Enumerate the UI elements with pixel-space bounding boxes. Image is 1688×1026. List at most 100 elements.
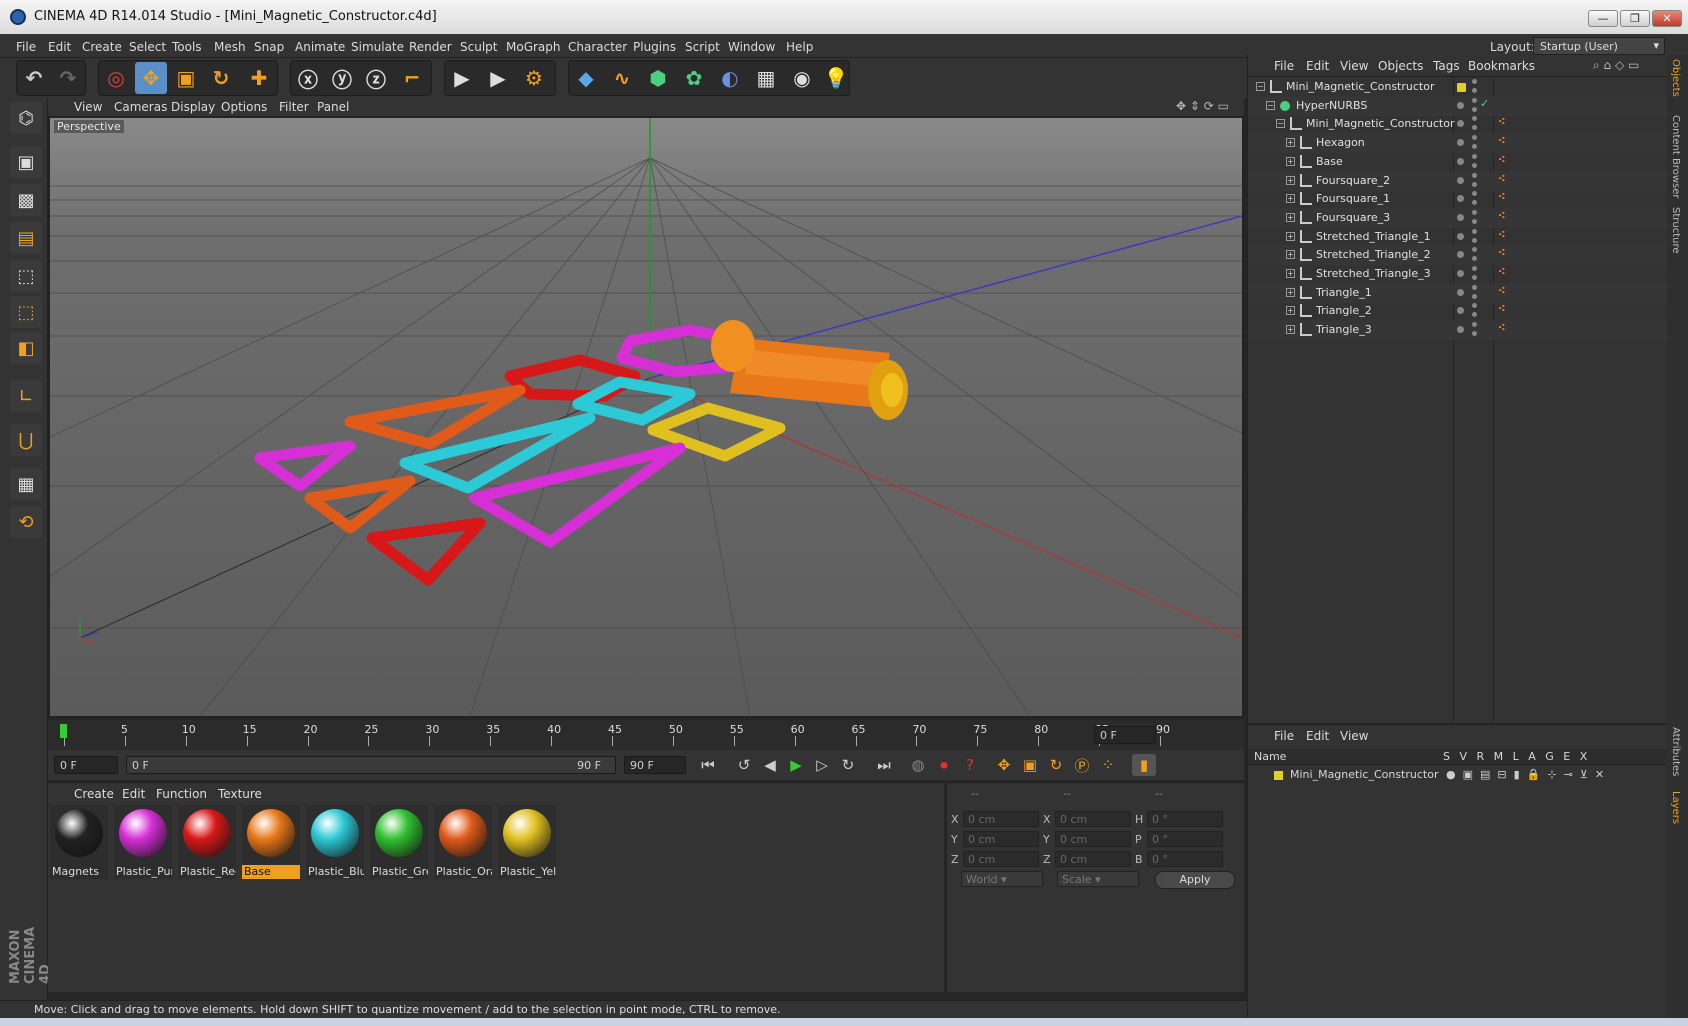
timeline-icon[interactable]: ▮ [1132, 754, 1156, 776]
object-name[interactable]: Foursquare_2 [1316, 174, 1390, 187]
material-swatch[interactable]: Magnets [50, 805, 108, 879]
expand-toggle-icon[interactable]: − [1256, 82, 1265, 91]
object-name[interactable]: Stretched_Triangle_3 [1316, 267, 1431, 280]
render-visibility-icon[interactable] [1472, 293, 1477, 299]
object-name[interactable]: Mini_Magnetic_Constructor [1286, 80, 1434, 93]
next-frame-icon[interactable]: ▷ [810, 754, 834, 776]
key-scale-icon[interactable]: ▣ [1018, 754, 1042, 776]
menu-mograph[interactable]: MoGraph [506, 40, 561, 54]
timeline-ruler[interactable]: 051015202530354045505560657075808590 0 F [48, 720, 1244, 750]
coord-value-field[interactable]: 0 cm [963, 811, 1039, 827]
editor-visibility-icon[interactable] [1472, 303, 1477, 309]
viewport-menu-display[interactable]: Display [171, 100, 215, 114]
texture-mode-icon[interactable]: ▩ [10, 184, 42, 216]
coord-size-dropdown[interactable]: Scale ▾ [1057, 871, 1139, 887]
object-name[interactable]: Mini_Magnetic_Constructor [1306, 117, 1454, 130]
keyframe-selection-icon[interactable]: ? [958, 754, 982, 776]
nurbs-icon[interactable]: ⬢ [642, 62, 674, 94]
go-to-end-icon[interactable]: ⏭ [872, 754, 896, 776]
editor-visibility-icon[interactable] [1472, 116, 1477, 122]
coord-mode-dropdown[interactable]: World ▾ [961, 871, 1043, 887]
render-visibility-icon[interactable] [1472, 125, 1477, 131]
render-visibility-icon[interactable] [1472, 218, 1477, 224]
object-tree-row[interactable]: + Stretched_Triangle_1 ⁖ [1248, 227, 1668, 247]
editor-visibility-icon[interactable] [1472, 247, 1477, 253]
record-keys-icon[interactable]: ◍ [906, 754, 930, 776]
material-swatch[interactable]: Plastic_Purp [114, 805, 172, 879]
autokeying-icon[interactable]: ⏺ [932, 754, 956, 776]
minimize-button[interactable]: — [1588, 10, 1618, 27]
expand-toggle-icon[interactable]: + [1286, 212, 1295, 222]
locked-workplane-icon[interactable]: ⟲ [10, 506, 42, 538]
render-visibility-icon[interactable] [1472, 237, 1477, 243]
render-view-icon[interactable]: ▶ [446, 62, 478, 94]
object-name[interactable]: Stretched_Triangle_2 [1316, 248, 1431, 261]
key-rotation-icon[interactable]: ↻ [1044, 754, 1068, 776]
viewport-nav-icons[interactable]: ✥ ⇕ ⟳ ▭ [1176, 99, 1229, 113]
material-tag-icon[interactable]: ⁖ [1498, 115, 1506, 128]
editor-visibility-icon[interactable] [1472, 172, 1477, 178]
layer-indicator-icon[interactable] [1457, 176, 1464, 184]
material-tag-icon[interactable]: ⁖ [1498, 284, 1506, 297]
material-tag-icon[interactable]: ⁖ [1498, 302, 1506, 315]
render-visibility-icon[interactable] [1472, 144, 1477, 150]
tab-attributes[interactable]: Attributes [1670, 727, 1681, 776]
render-visibility-icon[interactable] [1472, 181, 1477, 187]
layer-indicator-icon[interactable] [1457, 101, 1464, 109]
material-tag-icon[interactable]: ⁖ [1498, 134, 1506, 147]
render-visibility-icon[interactable] [1472, 88, 1477, 93]
apply-button[interactable]: Apply [1155, 871, 1235, 889]
menu-snap[interactable]: Snap [254, 40, 284, 54]
coordinate-system-icon[interactable]: ⌐ [396, 62, 428, 94]
expand-toggle-icon[interactable]: + [1286, 250, 1295, 260]
layer-name[interactable]: Mini_Magnetic_Constructor [1290, 768, 1438, 781]
material-tag-icon[interactable]: ⁖ [1498, 246, 1506, 259]
deformer-icon[interactable]: ◐ [714, 62, 746, 94]
layer-indicator-icon[interactable] [1457, 288, 1464, 296]
expand-toggle-icon[interactable]: + [1286, 306, 1295, 316]
layer-color-swatch[interactable] [1274, 771, 1283, 780]
expand-toggle-icon[interactable]: + [1286, 175, 1295, 185]
object-tree-row[interactable]: + Hexagon ⁖ [1248, 133, 1668, 154]
expand-toggle-icon[interactable]: − [1266, 100, 1275, 110]
menu-character[interactable]: Character [568, 40, 627, 54]
frame-range-slider[interactable]: 0 F 90 F [126, 756, 616, 774]
menu-simulate[interactable]: Simulate [351, 40, 404, 54]
object-name[interactable]: Hexagon [1316, 136, 1365, 149]
points-mode-icon[interactable]: ⬚ [10, 260, 42, 292]
previous-frame-icon[interactable]: ◀ [758, 754, 782, 776]
render-visibility-icon[interactable] [1472, 162, 1477, 168]
redo-icon[interactable]: ↷ [52, 62, 84, 94]
material-tag-icon[interactable]: ⁖ [1498, 209, 1506, 222]
render-settings-icon[interactable]: ⚙ [518, 62, 550, 94]
material-menu-texture[interactable]: Texture [218, 787, 262, 801]
y-axis-lock-icon[interactable]: ⓨ [326, 62, 358, 94]
obj-menu-edit[interactable]: Edit [1306, 59, 1329, 73]
obj-menu-view[interactable]: View [1340, 59, 1368, 73]
expand-toggle-icon[interactable]: + [1286, 325, 1295, 335]
layer-menu-file[interactable]: File [1274, 729, 1294, 743]
expand-toggle-icon[interactable]: + [1286, 194, 1295, 204]
material-tag-icon[interactable]: ⁖ [1498, 265, 1506, 278]
play-icon[interactable]: ▶ [784, 754, 808, 776]
snap-magnet-icon[interactable]: ⋃ [10, 424, 42, 456]
render-visibility-icon[interactable] [1472, 200, 1477, 206]
material-tag-icon[interactable]: ⁖ [1498, 190, 1506, 203]
menu-script[interactable]: Script [685, 40, 720, 54]
viewport-menu-cameras[interactable]: Cameras [114, 100, 167, 114]
layer-indicator-icon[interactable] [1457, 139, 1464, 147]
3d-viewport[interactable]: Perspective [48, 116, 1244, 718]
object-tree-row[interactable]: + Foursquare_3 ⁖ [1248, 207, 1668, 228]
expand-toggle-icon[interactable]: + [1286, 156, 1295, 166]
object-name[interactable]: Foursquare_1 [1316, 192, 1390, 205]
start-frame-field[interactable]: 0 F [54, 756, 118, 774]
layer-indicator-icon[interactable] [1457, 213, 1464, 221]
tab-layers[interactable]: Layers [1670, 791, 1681, 824]
object-tree-row[interactable]: + Base ⁖ [1248, 152, 1668, 172]
editor-visibility-icon[interactable] [1472, 135, 1477, 141]
obj-menu-tags[interactable]: Tags [1433, 59, 1460, 73]
render-picture-viewer-icon[interactable]: ▶ [482, 62, 514, 94]
menu-plugins[interactable]: Plugins [633, 40, 676, 54]
model-mode-icon[interactable]: ▣ [10, 146, 42, 178]
tab-objects[interactable]: Objects [1670, 59, 1681, 97]
